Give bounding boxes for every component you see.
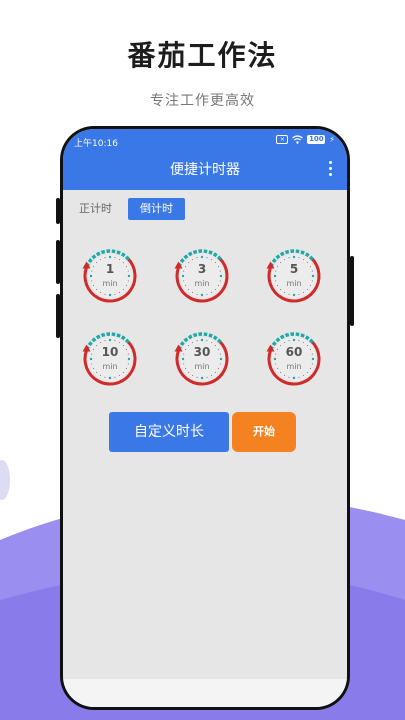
timer-minutes: 1: [105, 262, 115, 276]
timer-unit: min: [194, 279, 210, 288]
timer-option[interactable]: 5 min: [265, 247, 323, 305]
mode-tabs: 正计时 倒计时: [73, 198, 185, 220]
timer-option[interactable]: 1 min: [81, 247, 139, 305]
charging-bolt-icon: ⚡: [329, 135, 335, 144]
timer-dial-icon: [174, 249, 229, 303]
tab-count-down[interactable]: 倒计时: [128, 198, 185, 220]
timer-unit: min: [194, 362, 210, 371]
timer-minutes: 3: [197, 262, 207, 276]
timer-option[interactable]: 60 min: [265, 330, 323, 388]
timer-unit: min: [286, 362, 302, 371]
status-bar: 上午10:16 × 100 ⚡: [63, 129, 347, 153]
wifi-icon: [292, 135, 304, 144]
bottom-bar: [63, 679, 347, 707]
timer-minutes: 5: [289, 262, 299, 276]
custom-duration-button[interactable]: 自定义时长: [109, 412, 229, 452]
timer-unit: min: [102, 362, 118, 371]
promo-subtitle: 专注工作更高效: [150, 93, 255, 109]
sim-card-icon: ×: [276, 135, 289, 144]
promo-title: 番茄工作法: [127, 39, 278, 72]
timer-option[interactable]: 10 min: [81, 330, 139, 388]
timer-minutes: 30: [193, 345, 211, 359]
timer-dial-icon: [82, 249, 137, 303]
timer-dial-icon: [266, 249, 321, 303]
timer-dial-icon: [82, 332, 137, 386]
timer-option[interactable]: 3 min: [173, 247, 231, 305]
more-vertical-icon[interactable]: [329, 161, 333, 177]
timer-unit: min: [102, 279, 118, 288]
start-button[interactable]: 开始: [232, 412, 296, 452]
status-icons: × 100 ⚡: [276, 135, 335, 144]
timer-minutes: 10: [101, 345, 119, 359]
timer-unit: min: [286, 279, 302, 288]
phone-screen: 上午10:16 × 100 ⚡ 便捷计时器 正计时 倒计时 1 min 3 mi…: [63, 129, 347, 707]
tab-count-up[interactable]: 正计时: [73, 198, 118, 220]
status-time: 上午10:16: [74, 139, 118, 149]
timer-dial-icon: [174, 332, 229, 386]
battery-icon: 100: [307, 135, 326, 144]
app-title: 便捷计时器: [170, 162, 240, 178]
timer-dial-icon: [266, 332, 321, 386]
phone-power-button: [350, 256, 354, 326]
timer-option[interactable]: 30 min: [173, 330, 231, 388]
app-header: 上午10:16 × 100 ⚡ 便捷计时器: [63, 129, 347, 190]
timer-minutes: 60: [285, 345, 303, 359]
